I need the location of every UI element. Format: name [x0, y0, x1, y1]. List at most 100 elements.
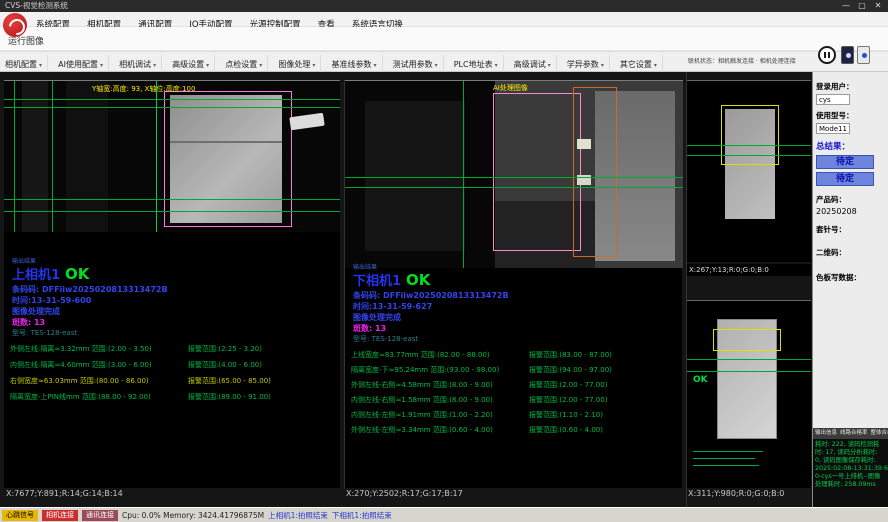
needle-number-label: 套针号： [816, 224, 885, 235]
measurement-value: 外侧左线-左侧≈3.34mm 范围:(0.60 - 4.00) [351, 426, 493, 434]
measurement-value: 内侧左线-右侧≈1.58mm 范围:(8.00 - 9.00) [351, 396, 493, 404]
stats-line: 处理耗时: 258.09ms [815, 481, 886, 489]
camera-result-line: 下相机1OK [353, 270, 430, 289]
guide-vline [463, 81, 464, 268]
guide-hline [687, 371, 811, 372]
measurement-value: 上线宽度≈83.77mm 范围:(82.00 - 88.00) [351, 351, 490, 359]
measurement-row: 内侧左线:隔离≈4.60mm 范围:(3.00 - 6.00) 报警范围:(4.… [10, 360, 338, 372]
minimize-icon[interactable]: — [838, 0, 854, 12]
pause-button[interactable] [818, 46, 836, 64]
product-code-label: 产品码： [816, 194, 885, 205]
measurement-value: 内侧左线:隔离≈4.60mm 范围:(3.00 - 6.00) [10, 361, 152, 369]
measurement-row: 内侧左线-左侧≈1.91mm 范围:(1.00 - 2.20) 报警范围:(1.… [351, 410, 680, 422]
total-result-label: 总结果： [816, 140, 885, 152]
tiny-text-line [693, 451, 763, 452]
measurement-value: 隔离宽度-下≈95.24mm 范围:(93.00 - 98.00) [351, 366, 499, 374]
highlight-spot [577, 139, 591, 149]
preview-column: X:267;Y:13;R:0;G:0;B:0 OK [686, 72, 810, 507]
alarm-range: 报警范围:(65.00 - 85.00) [188, 376, 271, 386]
barcode-line: 条码码: DFFiiw2025020813313472B [353, 290, 509, 301]
preview-bottom-coords: X:311;Y:980;R:0;G:0;B:0 [688, 489, 784, 498]
model-select[interactable]: Mode11 [816, 123, 850, 134]
spot-count-line: 斑数: 13 [353, 323, 386, 334]
camera-toggle-1-icon[interactable] [841, 46, 854, 64]
guide-hline [4, 199, 340, 200]
connector-part [289, 113, 324, 131]
qr-code-label: 二维码： [816, 247, 885, 258]
comm-status-badge: 通讯连接 [82, 510, 118, 521]
alarm-range: 报警范围:(2.00 - 77.00) [529, 395, 607, 405]
model-line: 型号: TES-128-east [12, 328, 77, 338]
alarm-range: 报警范围:(83.00 - 87.00) [529, 350, 612, 360]
image-overlay-text: AI处理图像 [493, 83, 528, 93]
camera-result-line: 上相机1OK [12, 264, 89, 283]
guide-hline [4, 99, 340, 100]
machine-structure [22, 81, 48, 232]
guide-hline [687, 145, 811, 146]
camera1-status-text: 上相机1:拍照结束 [268, 510, 328, 521]
alarm-range: 报警范围:(2.25 - 3.20) [188, 344, 262, 354]
stats-header-line-rate: 线路合格率 [840, 428, 868, 439]
guide-vline [156, 81, 157, 232]
result-status-box-1: 待定 [816, 155, 874, 169]
measurement-value: 外侧左线:隔离≈3.32mm 范围:(2.00 - 3.50) [10, 345, 152, 353]
guide-vline [52, 81, 53, 232]
guide-hline [4, 107, 340, 108]
main-area: Y轴宽:高度: 93, X轴位:高度:100 输出结果 上相机1OK 条码码: … [0, 72, 888, 507]
window-titlebar: CVS-视觉检测系统 — ▢ ✕ [0, 0, 888, 12]
menu-bar: 系统配置 相机配置 通讯配置 IO手动配置 光源控制配置 查看 系统语言切换 [0, 12, 888, 27]
guide-hline [345, 177, 683, 178]
alarm-range: 报警范围:(0.60 - 4.00) [529, 425, 603, 435]
left-image-coords: X:7677;Y:891;R:14;G:14;B:14 [6, 489, 123, 498]
measurement-row: 内侧左线-右侧≈1.58mm 范围:(8.00 - 9.00) 报警范围:(2.… [351, 395, 680, 407]
alarm-range: 报警范围:(89.00 - 91.00) [188, 392, 271, 402]
measurement-row: 外侧左线:隔离≈3.32mm 范围:(2.00 - 3.50) 报警范围:(2.… [10, 344, 338, 356]
left-camera-image[interactable]: Y轴宽:高度: 93, X轴位:高度:100 [4, 80, 340, 232]
guide-hline [687, 359, 811, 360]
image-overlay-text: Y轴宽:高度: 93, X轴位:高度:100 [92, 84, 195, 94]
result-ok-badge: OK [406, 271, 430, 289]
roi-rect-orange [573, 87, 617, 257]
tiny-text-line [693, 465, 759, 466]
camera-toggle-2-icon[interactable] [857, 46, 870, 64]
guide-hline [687, 155, 811, 156]
model-label: 使用型号： [816, 110, 885, 121]
preview-image-top[interactable] [687, 80, 811, 262]
preview-result-ok: OK [693, 375, 708, 385]
guide-vline [14, 81, 15, 232]
camera-status-badge: 相机连接 [42, 510, 78, 521]
stats-header-total-rate: 整体合格率 [871, 428, 888, 439]
app-logo-icon [3, 13, 27, 37]
measurement-value: 内侧左线-左侧≈1.91mm 范围:(1.00 - 2.20) [351, 411, 493, 419]
preview-image-bottom[interactable]: OK [687, 300, 811, 488]
stats-line: 0, 读码图像保存耗时: [815, 457, 886, 465]
measurement-value: 隔离宽度-上PIN线mm 范围:(88.00 - 92.00) [10, 393, 151, 401]
maximize-icon[interactable]: ▢ [854, 0, 870, 12]
measurement-row-warning: 右侧宽度≈63.03mm 范围:(80.00 - 86.00) 报警范围:(65… [10, 376, 338, 388]
process-line: 图像处理完成 [12, 306, 60, 317]
close-icon[interactable]: ✕ [870, 0, 886, 12]
machine-structure [365, 101, 465, 251]
model-line: 型号: TES-128-east [353, 334, 418, 344]
spot-count-line: 斑数: 13 [12, 317, 45, 328]
heartbeat-status-badge: 心跳信号 [2, 510, 38, 521]
stats-header-output: 输出信息 [815, 428, 837, 439]
camera-name: 上相机1 [12, 268, 60, 283]
alarm-range: 报警范围:(2.00 - 77.00) [529, 380, 607, 390]
roi-rect-yellow [713, 329, 781, 351]
roi-rect-yellow [721, 105, 779, 165]
measurement-value: 外侧左线-右侧≈4.58mm 范围:(8.00 - 9.00) [351, 381, 493, 389]
barcode-line: 条码码: DFFiiw2025020813313472B [12, 284, 168, 295]
stats-header: 输出信息 线路合格率 整体合格率 [813, 428, 888, 439]
stats-body: 耗时: 222, 读码检测耗 时: 17, 读码分析耗时: 0, 读码图像保存耗… [813, 439, 888, 491]
cpu-memory-text: Cpu: 0.0% Memory: 3424.41796875M [122, 511, 264, 520]
window-title: CVS-视觉检测系统 [5, 0, 68, 12]
time-line: 时间:13-31-59-627 [353, 301, 432, 312]
machine-structure [66, 81, 108, 232]
stats-line: 时: 17, 读码分析耗时: [815, 449, 886, 457]
right-camera-image[interactable]: AI处理图像 [345, 80, 683, 268]
guide-hline [4, 211, 340, 212]
coordinate-strip: X:7677;Y:891;R:14;G:14;B:14 X:270;Y:2502… [0, 488, 888, 502]
alarm-range: 报警范围:(1.10 - 2.10) [529, 410, 603, 420]
process-line: 图像处理完成 [353, 312, 401, 323]
